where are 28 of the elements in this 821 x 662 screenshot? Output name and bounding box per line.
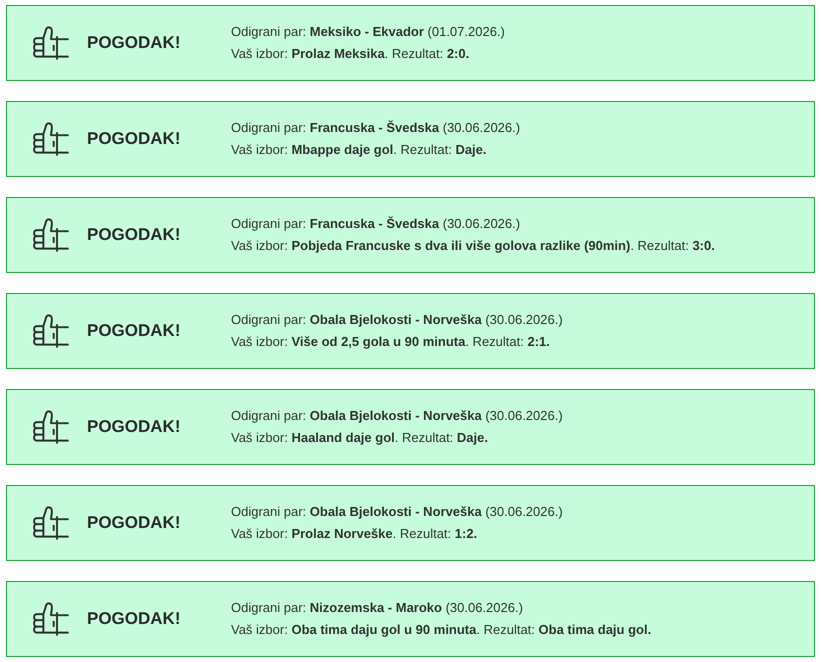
match-text: Odigrani par: Francuska - Švedska (30.06.2026.) <box>231 119 520 137</box>
thumbs-up-icon <box>33 506 69 540</box>
status-label: POGODAK! <box>87 32 182 54</box>
pick-text: Vaš izbor: Haaland daje gol. Rezultat: Daje. <box>231 429 489 447</box>
thumbs-up-icon <box>33 122 69 156</box>
thumbs-up-icon <box>33 410 69 444</box>
pick-text: Vaš izbor: Prolaz Norveške. Rezultat: 1:2. <box>231 525 478 543</box>
match-text: Odigrani par: Meksiko - Ekvador (01.07.2026.) <box>231 23 505 41</box>
thumbs-up-icon <box>33 26 69 60</box>
thumbs-up-icon <box>33 218 69 252</box>
pick-text: Vaš izbor: Pobjeda Francuske s dva ili više golova razlike (90min). Rezultat: 3:0. <box>231 237 715 255</box>
match-text: Odigrani par: Nizozemska - Maroko (30.06.2026.) <box>231 599 524 617</box>
pick-text: Vaš izbor: Više od 2,5 gola u 90 minuta. Rezultat: 2:1. <box>231 333 551 351</box>
status-label: POGODAK! <box>87 320 182 342</box>
match-text: Odigrani par: Francuska - Švedska (30.06.2026.) <box>231 215 522 233</box>
status-label: POGODAK! <box>87 512 182 534</box>
pick-text: Vaš izbor: Prolaz Meksika. Rezultat: 2:0. <box>231 45 470 63</box>
thumbs-up-icon <box>33 602 69 636</box>
status-label: POGODAK! <box>87 128 182 150</box>
status-label: POGODAK! <box>87 608 182 630</box>
status-label: POGODAK! <box>87 416 182 438</box>
pick-text: Vaš izbor: Mbappe daje gol. Rezultat: Daje. <box>231 141 488 159</box>
thumbs-up-icon <box>33 314 69 348</box>
match-text: Odigrani par: Obala Bjelokosti - Norveška (30.06.2026.) <box>231 503 563 521</box>
status-label: POGODAK! <box>87 224 182 246</box>
pick-text: Vaš izbor: Oba tima daju gol u 90 minuta. Rezultat: Oba tima daju gol. <box>231 621 652 639</box>
match-text: Odigrani par: Obala Bjelokosti - Norveška (30.06.2026.) <box>231 311 563 329</box>
match-text: Odigrani par: Obala Bjelokosti - Norveška (30.06.2026.) <box>231 407 563 425</box>
